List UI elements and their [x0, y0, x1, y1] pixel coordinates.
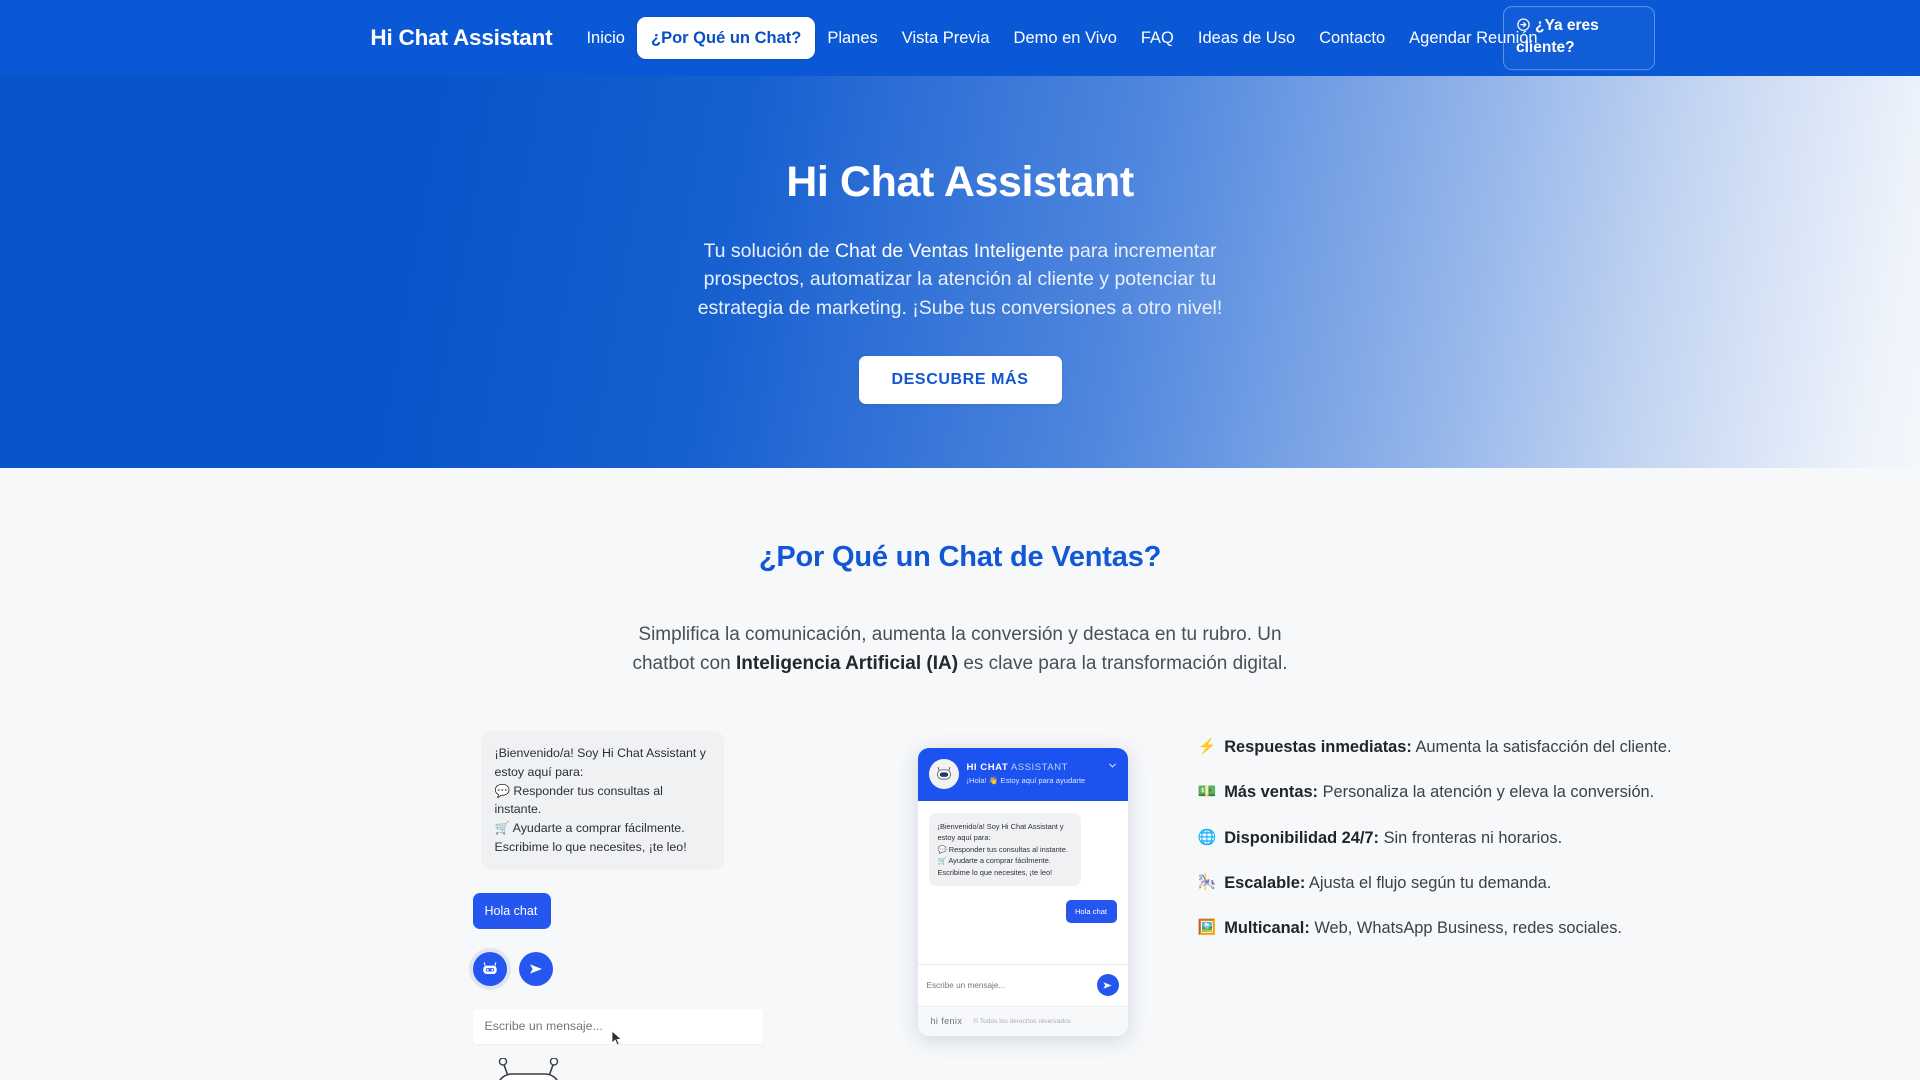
navbar: Hi Chat Assistant Inicio ¿Por Qué un Cha… — [0, 0, 1920, 76]
widget-title-bold: HI CHAT — [966, 762, 1009, 774]
hero-sub-highlight: Chat de Ventas Inteligente — [834, 240, 1064, 262]
navbar-inner: Hi Chat Assistant Inicio ¿Por Qué un Cha… — [0, 6, 1920, 70]
brand-logo[interactable]: Hi Chat Assistant — [370, 25, 552, 51]
feature-item-mas-ventas: 💵 Más ventas: Personaliza la atención y … — [1198, 782, 1758, 803]
feature-title: Disponibilidad 24/7: — [1224, 828, 1380, 847]
feature-desc: Personaliza la atención y eleva la conve… — [1318, 783, 1655, 802]
frame-icon: 🖼️ — [1197, 919, 1217, 937]
feature-title: Escalable: — [1224, 873, 1306, 892]
widget-header: HI CHAT ASSISTANT ¡Hola! 👋 Estoy aquí pa… — [917, 747, 1128, 801]
nav-item-por-que-un-chat[interactable]: ¿Por Qué un Chat? — [636, 16, 816, 60]
why-desc-post: es clave para la transformación digital. — [958, 653, 1288, 675]
robot-mascot-icon — [481, 1057, 838, 1080]
robot-avatar-icon[interactable] — [472, 951, 507, 986]
hero-section: Hi Chat Assistant Tu solución de Chat de… — [0, 76, 1920, 468]
feature-list: ⚡ Respuestas inmediatas: Aumenta la sati… — [1198, 731, 1758, 1080]
widget-title: HI CHAT ASSISTANT — [967, 762, 1086, 773]
feature-item-escalable: 🎠 Escalable: Ajusta el flujo según tu de… — [1198, 873, 1758, 894]
carousel-icon: 🎠 — [1197, 873, 1217, 891]
widget-message-input[interactable] — [926, 980, 1091, 990]
nav-item-faq[interactable]: FAQ — [1129, 20, 1186, 56]
widget-user-message: Hola chat — [1065, 900, 1117, 924]
globe-icon: 🌐 — [1197, 828, 1217, 846]
widget-input-row — [917, 963, 1128, 1006]
mouse-pointer-icon — [611, 1030, 624, 1053]
feature-title: Multicanal: — [1224, 919, 1310, 938]
money-icon: 💵 — [1197, 783, 1217, 801]
send-icon[interactable] — [1096, 974, 1119, 997]
why-desc-bold: Inteligencia Artificial (IA) — [735, 653, 959, 675]
nav-item-contacto[interactable]: Contacto — [1307, 20, 1397, 56]
already-client-button[interactable]: ¿Ya eres cliente? — [1503, 6, 1655, 70]
descubre-mas-button[interactable]: DESCUBRE MÁS — [858, 355, 1062, 404]
feature-desc: Ajusta el flujo según tu demanda. — [1305, 873, 1552, 892]
hero-title: Hi Chat Assistant — [786, 158, 1134, 206]
nav-item-planes[interactable]: Planes — [815, 20, 889, 56]
feature-title: Respuestas inmediatas: — [1224, 737, 1412, 756]
feature-desc: Web, WhatsApp Business, redes sociales. — [1309, 919, 1622, 938]
widget-footer-brand: hi fenix — [930, 1016, 963, 1027]
feature-text: Más ventas: Personaliza la atención y el… — [1224, 782, 1654, 803]
robot-avatar-icon — [928, 758, 959, 789]
widget-subtitle: ¡Hola! 👋 Estoy aquí para ayudarte — [966, 776, 1086, 786]
chat-user-message: Hola chat — [472, 892, 551, 929]
chevron-down-icon[interactable] — [1107, 760, 1118, 774]
send-icon[interactable] — [518, 951, 553, 986]
widget-footer: hi fenix © Todos los derechos reservados — [917, 1005, 1128, 1036]
hero-sub-pre: Tu solución de — [703, 240, 835, 262]
feature-title: Más ventas: — [1224, 783, 1319, 802]
chat-action-buttons — [472, 951, 838, 986]
widget-title-light: ASSISTANT — [1008, 762, 1068, 774]
why-section: ¿Por Qué un Chat de Ventas? Simplifica l… — [0, 468, 1920, 1080]
nav-links: Inicio ¿Por Qué un Chat? Planes Vista Pr… — [574, 16, 1549, 60]
why-section-title: ¿Por Qué un Chat de Ventas? — [758, 541, 1162, 573]
nav-item-vista-previa[interactable]: Vista Previa — [890, 20, 1002, 56]
feature-text: Escalable: Ajusta el flujo según tu dema… — [1224, 873, 1551, 894]
widget-footer-rights: © Todos los derechos reservados — [973, 1017, 1072, 1025]
feature-text: Multicanal: Web, WhatsApp Business, rede… — [1224, 918, 1622, 939]
feature-item-multicanal: 🖼️ Multicanal: Web, WhatsApp Business, r… — [1198, 918, 1758, 939]
chat-bot-message: ¡Bienvenido/a! Soy Hi Chat Assistant y e… — [480, 730, 724, 870]
feature-desc: Aumenta la satisfacción del cliente. — [1411, 737, 1672, 756]
feature-item-disponibilidad: 🌐 Disponibilidad 24/7: Sin fronteras ni … — [1198, 828, 1758, 849]
widget-bot-message: ¡Bienvenido/a! Soy Hi Chat Assistant y e… — [928, 812, 1081, 887]
feature-text: Disponibilidad 24/7: Sin fronteras ni ho… — [1224, 828, 1562, 849]
nav-item-demo-en-vivo[interactable]: Demo en Vivo — [1002, 20, 1129, 56]
why-section-description: Simplifica la comunicación, aumenta la c… — [610, 620, 1310, 679]
nav-item-inicio[interactable]: Inicio — [574, 20, 637, 56]
widget-header-text: HI CHAT ASSISTANT ¡Hola! 👋 Estoy aquí pa… — [967, 762, 1086, 785]
feature-desc: Sin fronteras ni horarios. — [1379, 828, 1563, 847]
chat-preview-plain: ¡Bienvenido/a! Soy Hi Chat Assistant y e… — [463, 730, 838, 1080]
nav-item-ideas-de-uso[interactable]: Ideas de Uso — [1186, 20, 1307, 56]
hero-subtitle: Tu solución de Chat de Ventas Inteligent… — [660, 237, 1260, 322]
lightning-icon: ⚡ — [1197, 737, 1217, 755]
feature-text: Respuestas inmediatas: Aumenta la satisf… — [1224, 737, 1671, 758]
arrow-right-circle-icon — [1516, 17, 1531, 38]
feature-item-respuestas: ⚡ Respuestas inmediatas: Aumenta la sati… — [1198, 737, 1758, 758]
why-body: ¡Bienvenido/a! Soy Hi Chat Assistant y e… — [0, 730, 1920, 1080]
widget-messages: ¡Bienvenido/a! Soy Hi Chat Assistant y e… — [917, 800, 1128, 964]
chat-widget-phone: HI CHAT ASSISTANT ¡Hola! 👋 Estoy aquí pa… — [917, 747, 1128, 1036]
